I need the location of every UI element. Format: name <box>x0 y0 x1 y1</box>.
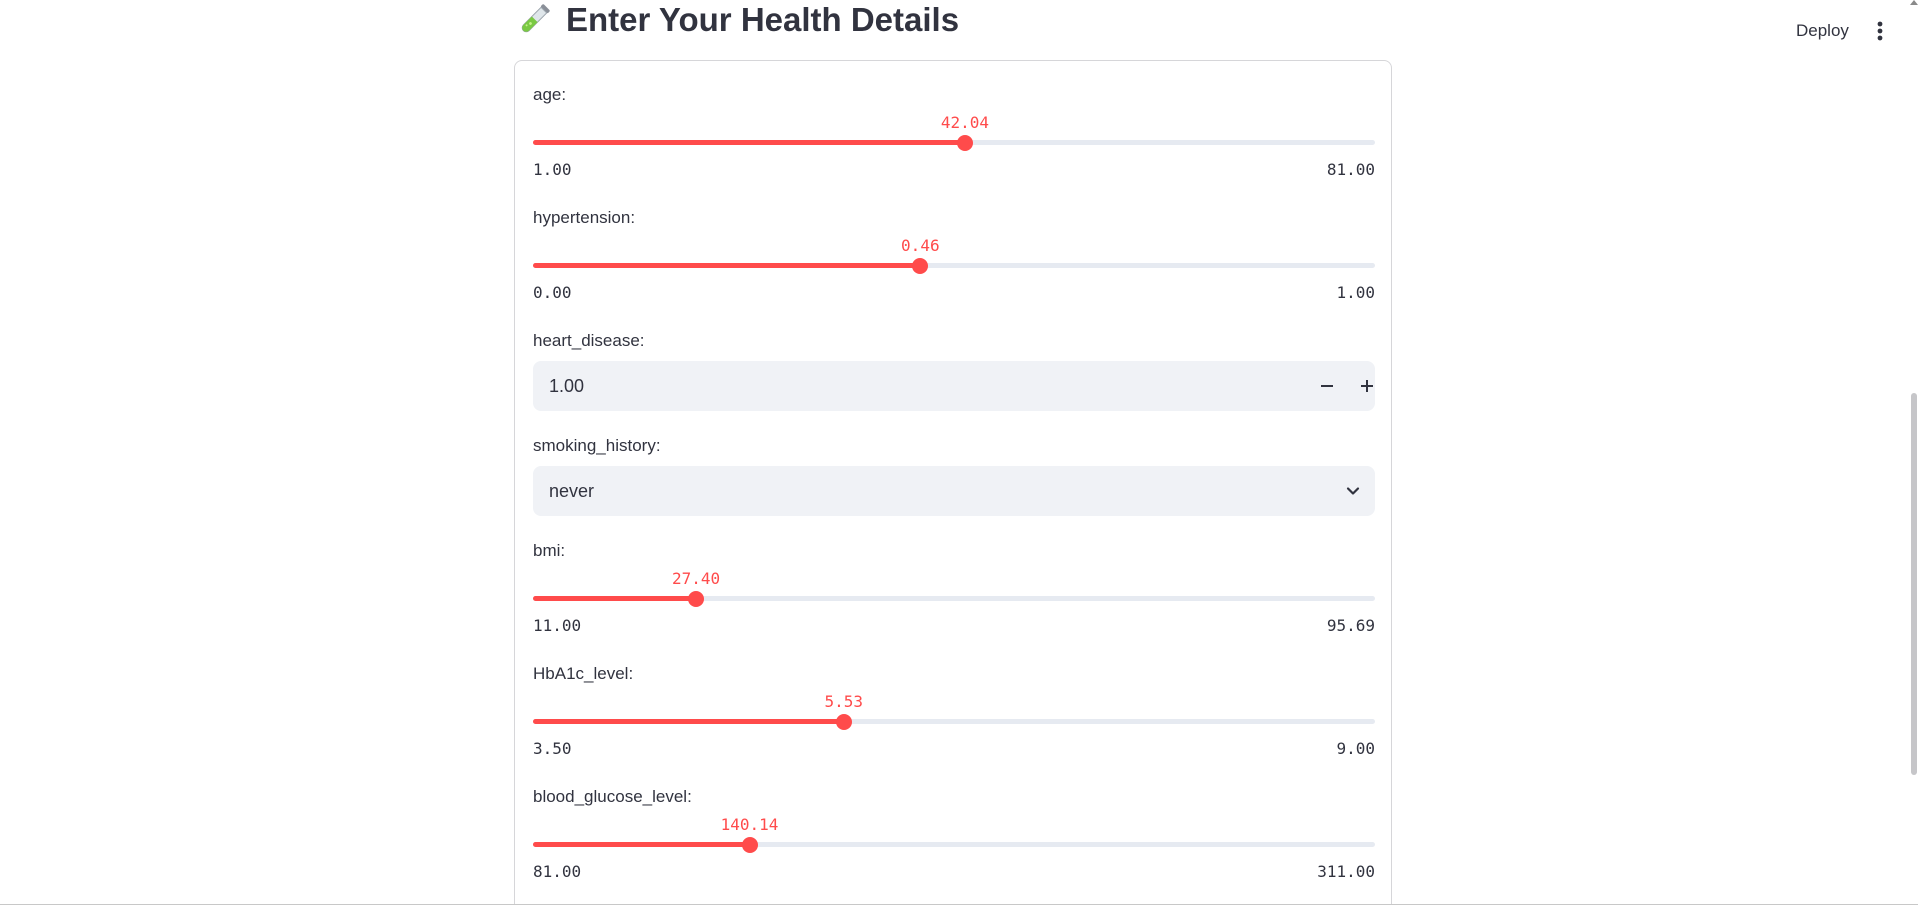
slider-max-label: 1.00 <box>1336 283 1375 302</box>
page-title-text: Enter Your Health Details <box>566 1 960 38</box>
slider-thumb[interactable] <box>956 135 973 151</box>
slider-fill <box>533 842 750 847</box>
slider-value: 0.46 <box>901 236 940 255</box>
smoking-history-label: smoking_history: <box>533 436 661 455</box>
slider-track[interactable] <box>533 596 1375 601</box>
slider-min-label: 1.00 <box>533 160 572 179</box>
scroll-up-arrow-icon[interactable] <box>1910 0 1918 5</box>
hba1c-level-label: HbA1c_level: <box>533 664 634 683</box>
slider-value: 42.04 <box>940 113 990 132</box>
slider-track[interactable] <box>533 263 1375 268</box>
main-menu-button[interactable] <box>1866 16 1894 46</box>
blood-glucose-level-slider[interactable]: 140.14 81.00 311.00 <box>533 807 1375 881</box>
slider-thumb[interactable] <box>912 258 929 274</box>
slider-max-label: 95.69 <box>1326 616 1375 635</box>
slider-track[interactable] <box>533 140 1375 145</box>
slider-fill <box>533 140 965 145</box>
smoking-history-select[interactable]: never <box>533 466 1375 516</box>
hypertension-label: hypertension: <box>533 208 636 227</box>
slider-thumb[interactable] <box>741 837 758 853</box>
slider-max-label: 81.00 <box>1326 160 1375 179</box>
slider-thumb[interactable] <box>835 714 852 730</box>
slider-value: 140.14 <box>720 815 779 834</box>
hypertension-slider[interactable]: 0.46 0.00 1.00 <box>533 228 1375 302</box>
page-scrollbar[interactable] <box>1909 0 1918 905</box>
slider-max-label: 311.00 <box>1317 862 1375 881</box>
slider-min-label: 11.00 <box>533 616 582 635</box>
slider-max-label: 9.00 <box>1336 739 1375 758</box>
chevron-down-icon[interactable] <box>1343 481 1363 501</box>
increment-button[interactable] <box>1351 370 1383 402</box>
decrement-button[interactable] <box>1311 370 1343 402</box>
select-value: never <box>549 481 595 501</box>
age-slider[interactable]: 42.04 1.00 81.00 <box>533 105 1375 179</box>
slider-min-label: 81.00 <box>533 862 582 881</box>
slider-track[interactable] <box>533 719 1375 724</box>
deploy-button[interactable]: Deploy <box>1782 18 1863 44</box>
bmi-label: bmi: <box>533 541 566 560</box>
more-vertical-icon <box>1877 21 1883 41</box>
page-title: Enter Your Health Details <box>517 0 959 40</box>
bmi-slider[interactable]: 27.40 11.00 95.69 <box>533 561 1375 635</box>
slider-thumb[interactable] <box>688 591 705 607</box>
hba1c-level-slider[interactable]: 5.53 3.50 9.00 <box>533 684 1375 758</box>
slider-min-label: 3.50 <box>533 739 572 758</box>
number-input-value[interactable]: 1.00 <box>549 361 584 411</box>
slider-min-label: 0.00 <box>533 283 572 302</box>
slider-fill <box>533 596 697 601</box>
heart-disease-number-input[interactable]: 1.00 <box>533 361 1375 411</box>
scrollbar-thumb[interactable] <box>1911 393 1917 775</box>
blood-glucose-level-label: blood_glucose_level: <box>533 787 692 806</box>
slider-value: 27.40 <box>671 569 721 588</box>
slider-value: 5.53 <box>824 692 864 711</box>
slider-fill <box>533 719 844 724</box>
minus-icon <box>1321 385 1333 387</box>
test-tube-icon <box>521 4 550 33</box>
slider-track[interactable] <box>533 842 1375 847</box>
slider-fill <box>533 263 921 268</box>
heart-disease-label: heart_disease: <box>533 331 645 350</box>
age-label: age: <box>533 85 567 104</box>
plus-icon <box>1361 380 1373 392</box>
